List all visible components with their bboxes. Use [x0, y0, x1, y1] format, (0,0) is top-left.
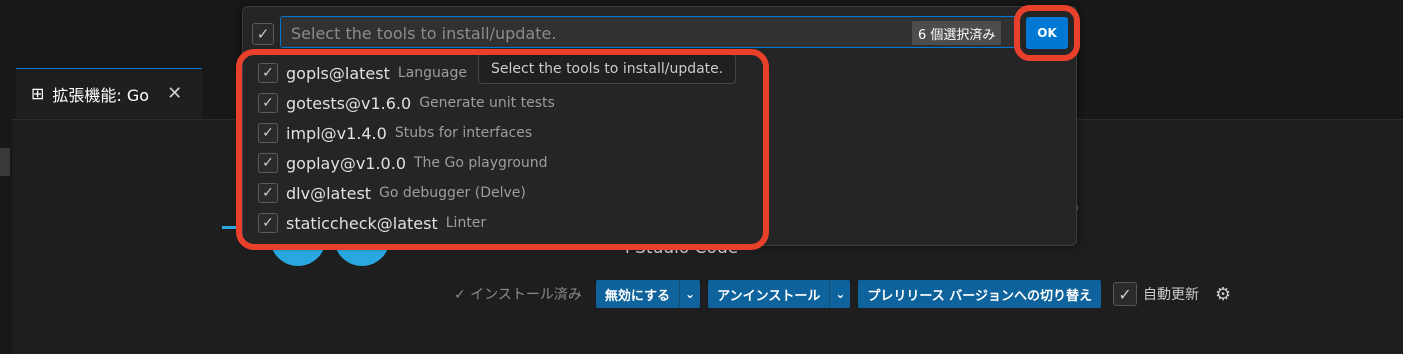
tab-extension-go[interactable]: ⊞ 拡張機能: Go ✕	[16, 68, 202, 118]
check-icon: ✓	[256, 25, 270, 43]
select-all-checkbox[interactable]: ✓	[252, 23, 274, 45]
disable-label: 無効にする	[604, 288, 671, 304]
extension-actions: ✓ インストール済み 無効にする ⌄ アンインストール ⌄ プレリリース バージ…	[454, 279, 1231, 309]
uninstall-button[interactable]: アンインストール ⌄	[708, 280, 851, 308]
quick-pick-input[interactable]	[289, 17, 893, 49]
close-icon[interactable]: ✕	[167, 83, 182, 104]
quick-pick-input-box[interactable]	[280, 16, 1020, 49]
uninstall-label: アンインストール	[717, 288, 821, 304]
chevron-down-icon[interactable]: ⌄	[679, 280, 700, 308]
auto-update-toggle[interactable]: ✓ 自動更新	[1113, 282, 1199, 306]
check-icon[interactable]: ✓	[1113, 282, 1138, 306]
installed-status: ✓ インストール済み	[454, 287, 582, 303]
auto-update-label: 自動更新	[1143, 287, 1200, 303]
prerelease-label: プレリリース バージョンへの切り替え	[867, 288, 1093, 304]
tab-title: 拡張機能: Go	[52, 85, 150, 105]
highlight-ring-list	[236, 49, 769, 250]
chevron-down-icon[interactable]: ⌄	[829, 280, 850, 308]
extensions-icon: ⊞	[31, 84, 45, 103]
prerelease-button[interactable]: プレリリース バージョンへの切り替え	[858, 280, 1102, 308]
gear-icon[interactable]: ⚙	[1215, 284, 1231, 305]
activity-bar-marker	[0, 148, 10, 176]
selected-count-badge: 6 個選択済み	[912, 21, 1002, 45]
ok-button[interactable]: OK	[1026, 17, 1068, 49]
disable-button[interactable]: 無効にする ⌄	[595, 280, 701, 308]
activity-bar-edge	[0, 67, 12, 354]
